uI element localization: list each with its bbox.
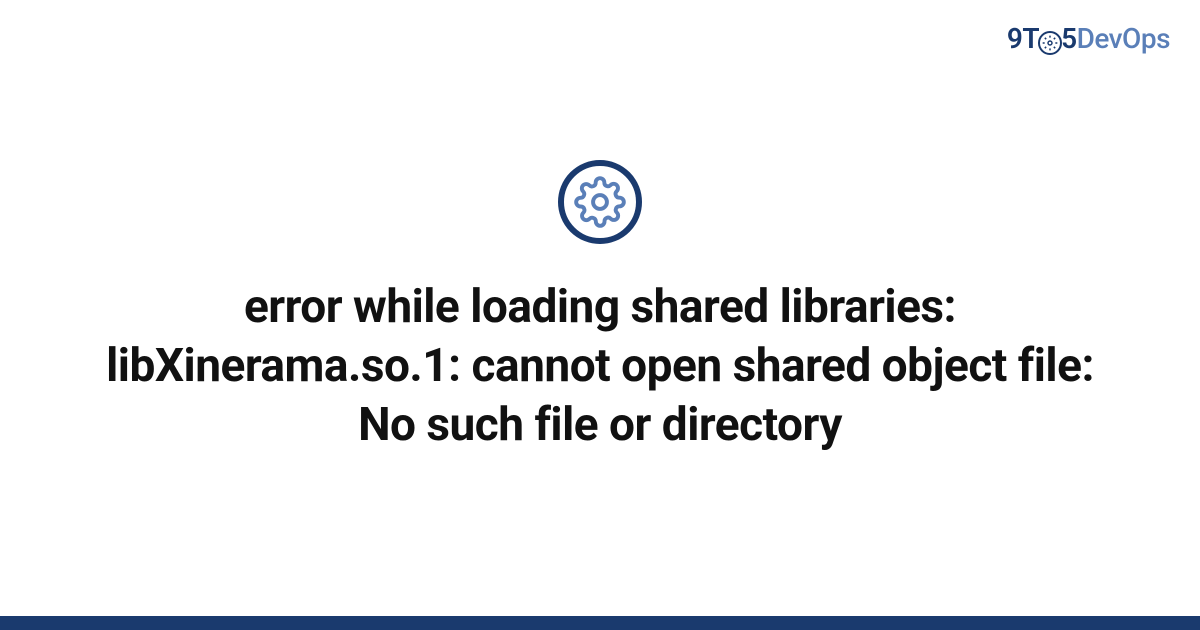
page-title: error while loading shared libraries: li…: [100, 278, 1100, 455]
brand-logo: 9T 5DevOps: [1007, 22, 1170, 55]
footer-accent-bar: [0, 616, 1200, 630]
gear-icon: [1038, 31, 1062, 55]
brand-part-9t: 9T: [1007, 22, 1039, 55]
brand-part-devops: DevOps: [1077, 22, 1170, 55]
gear-icon: [558, 160, 642, 244]
brand-part-5: 5: [1061, 22, 1077, 55]
